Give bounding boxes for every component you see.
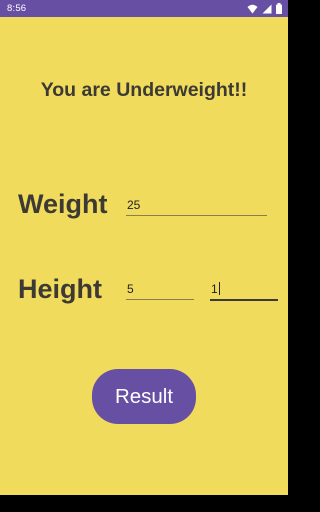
status-icons (247, 3, 282, 14)
result-button[interactable]: Result (92, 369, 196, 424)
battery-icon (276, 3, 282, 14)
height-inches-input[interactable]: 1 (210, 281, 278, 301)
result-button-label: Result (114, 384, 174, 408)
height-label: Height (18, 274, 102, 304)
signal-icon (262, 4, 272, 14)
height-inches-input-value: 1 (211, 282, 218, 296)
status-time: 8:56 (7, 3, 27, 14)
weight-label: Weight (18, 189, 108, 219)
status-bar: 8:56 (0, 0, 288, 17)
text-cursor (218, 282, 220, 295)
wifi-icon (247, 4, 258, 14)
navigation-bar (0, 495, 288, 512)
weight-input[interactable]: 25 (126, 197, 267, 216)
app-screen: You are Underweight!! Weight 25 Height 5… (0, 17, 288, 495)
height-feet-input-value: 5 (127, 282, 134, 296)
result-message: You are Underweight!! (40, 79, 248, 101)
height-feet-input[interactable]: 5 (126, 281, 194, 300)
weight-input-value: 25 (127, 198, 141, 212)
